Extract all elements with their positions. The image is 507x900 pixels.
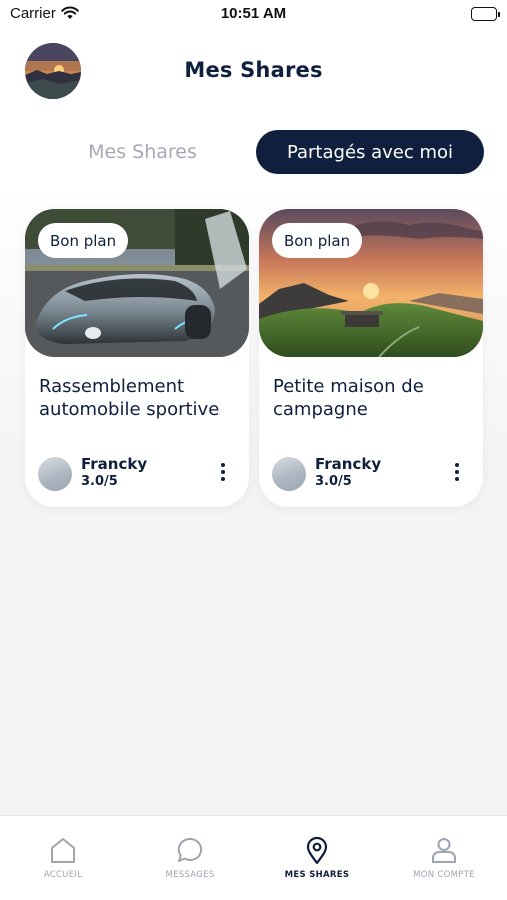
author-avatar [272, 457, 306, 491]
nav-item-mes-shares[interactable]: MES SHARES [254, 816, 380, 900]
chat-bubble-icon [177, 837, 203, 862]
nav-item-messages[interactable]: MESSAGES [127, 816, 253, 900]
nav-label: MES SHARES [284, 870, 350, 880]
author-name: Francky [315, 455, 382, 473]
status-bar: Carrier 10:51 AM [0, 0, 507, 30]
battery-icon [471, 7, 500, 21]
nav-label: ACCUEIL [43, 870, 83, 880]
nav-label: MON COMPTE [413, 870, 475, 880]
tab-mes-shares[interactable]: Mes Shares [40, 130, 245, 174]
share-card[interactable]: Bon plan Petite maison de campagne Franc… [259, 209, 483, 507]
page-title: Mes Shares [184, 58, 323, 82]
more-options-icon[interactable] [447, 462, 467, 482]
tab-partages-avec-moi[interactable]: Partagés avec moi [256, 130, 484, 174]
user-icon [432, 838, 456, 863]
nav-item-mon-compte[interactable]: MON COMPTE [381, 816, 507, 900]
author-avatar [38, 457, 72, 491]
bottom-nav: ACCUEIL MESSAGES MES SHARES MON COMPTE [0, 815, 507, 900]
more-options-icon[interactable] [213, 462, 233, 482]
nav-item-accueil[interactable]: ACCUEIL [0, 816, 126, 900]
author-name: Francky [81, 455, 148, 473]
clock: 10:51 AM [220, 5, 287, 22]
category-badge: Bon plan [38, 223, 129, 258]
home-icon [51, 838, 75, 863]
map-pin-icon [306, 836, 328, 865]
author-rating: 3.0/5 [81, 474, 118, 489]
category-badge: Bon plan [272, 223, 363, 258]
card-title: Rassemblement automobile sportive [39, 376, 220, 420]
card-title: Petite maison de campagne [273, 376, 424, 420]
nav-label: MESSAGES [165, 870, 215, 880]
author-rating: 3.0/5 [315, 474, 352, 489]
share-card[interactable]: Bon plan Rassemblement automobile sporti… [25, 209, 249, 507]
